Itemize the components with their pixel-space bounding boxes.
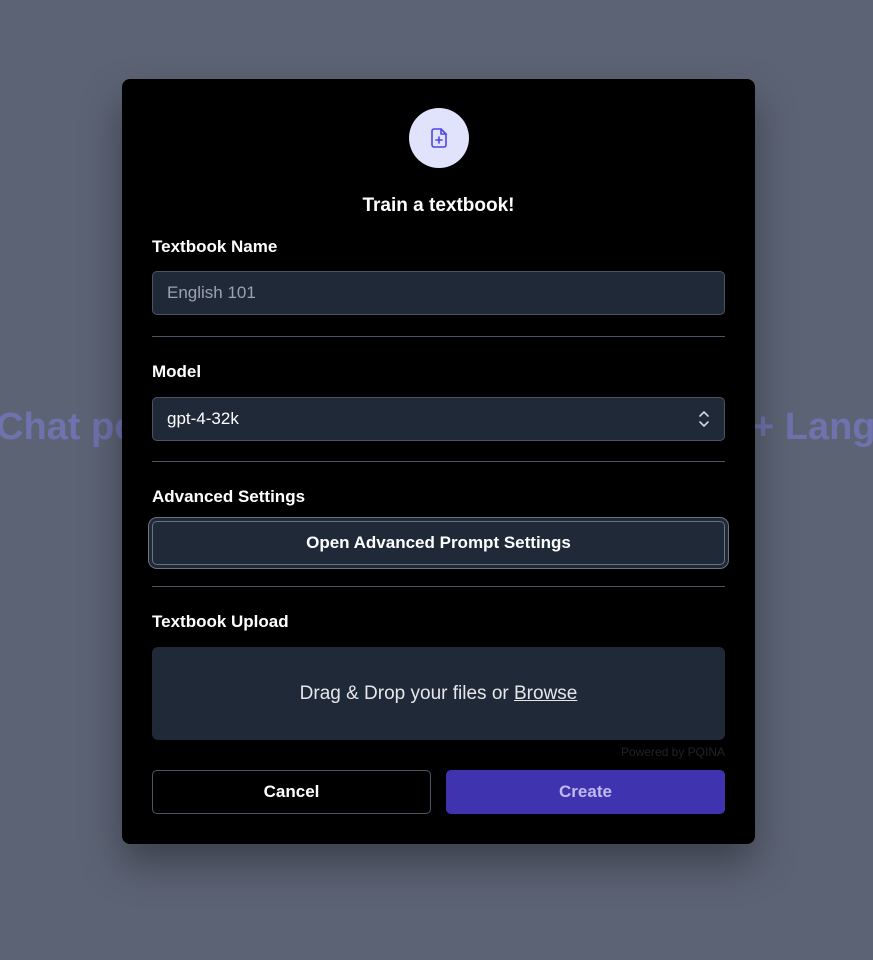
background-heading-right: + Lang	[752, 406, 873, 448]
file-dropzone[interactable]: Drag & Drop your files or Browse	[152, 647, 725, 740]
divider	[152, 586, 725, 587]
textbook-upload-label: Textbook Upload	[152, 612, 289, 631]
model-label: Model	[152, 362, 202, 381]
file-plus-icon	[409, 108, 469, 168]
divider	[152, 336, 725, 337]
browse-link[interactable]: Browse	[514, 683, 577, 705]
background-heading-left: Chat po	[0, 406, 138, 448]
divider	[152, 461, 725, 462]
cancel-button[interactable]: Cancel	[152, 770, 431, 814]
modal-title: Train a textbook!	[362, 195, 515, 216]
create-button[interactable]: Create	[446, 770, 725, 814]
textbook-name-label: Textbook Name	[152, 237, 278, 256]
open-advanced-settings-button[interactable]: Open Advanced Prompt Settings	[152, 521, 725, 565]
chevron-up-down-icon	[698, 408, 710, 430]
advanced-settings-label: Advanced Settings	[152, 487, 306, 506]
textbook-name-input[interactable]	[152, 271, 725, 315]
train-textbook-modal: Train a textbook! Textbook Name Model gp…	[122, 79, 755, 844]
model-select[interactable]: gpt-4-32k	[152, 397, 725, 441]
dropzone-text: Drag & Drop your files or	[299, 682, 509, 704]
powered-by-credit: Powered by PQINA	[620, 745, 725, 759]
model-select-value: gpt-4-32k	[167, 409, 239, 428]
